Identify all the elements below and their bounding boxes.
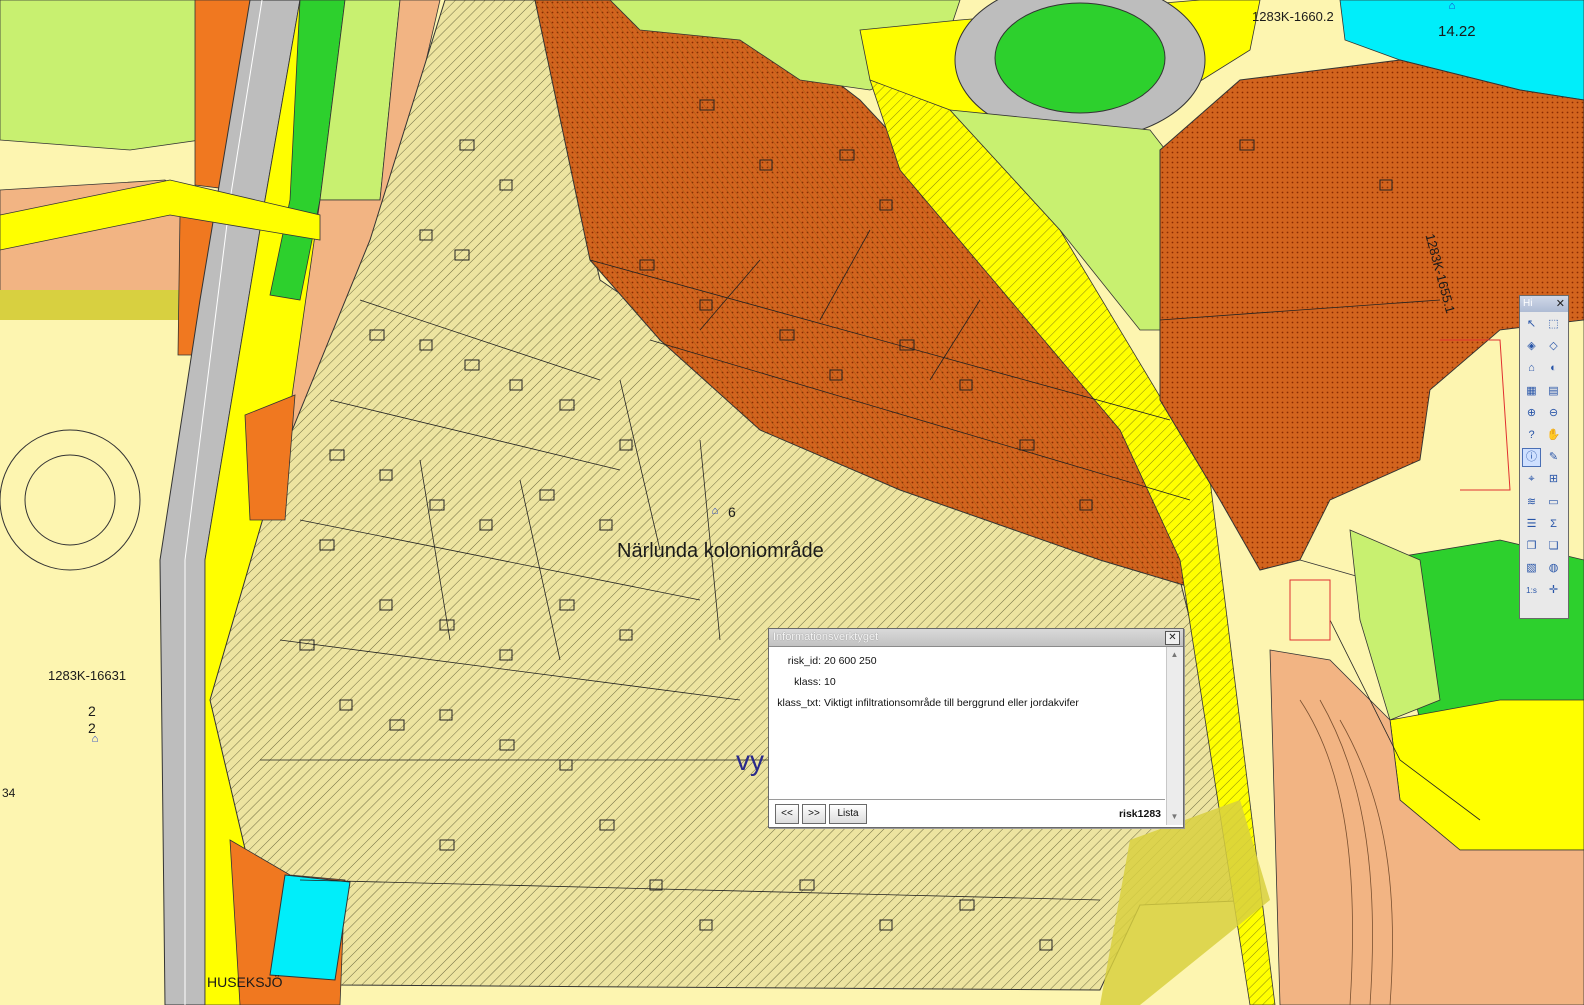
layer-name-label: risk1283 xyxy=(1118,808,1161,820)
roundabout-top-green xyxy=(994,2,1166,114)
next-record-button[interactable]: >> xyxy=(802,804,826,824)
layer-gray-icon[interactable]: ▦ xyxy=(1522,382,1541,401)
select-in-icon[interactable]: ◈ xyxy=(1522,337,1541,356)
prev-record-button[interactable]: << xyxy=(775,804,799,824)
scroll-down-icon[interactable]: ▼ xyxy=(1169,812,1180,822)
info-dialog: Informationsverktyget ✕ risk_id: 20 600 … xyxy=(768,628,1184,828)
help-zoom-icon[interactable]: ? xyxy=(1522,426,1541,445)
list-icon[interactable]: ☰ xyxy=(1522,515,1541,534)
address-marker-icon[interactable]: ⌂ xyxy=(708,505,722,517)
toolbox-titlebar[interactable]: Hi ✕ xyxy=(1520,296,1568,312)
info-dialog-titlebar[interactable]: Informationsverktyget ✕ xyxy=(769,629,1183,647)
vy-label: vy xyxy=(736,745,764,776)
map-ref-left: 1283K-16631 xyxy=(48,668,127,683)
map-number-top-right: 14.22 xyxy=(1438,23,1476,40)
crosshair-icon[interactable]: ✛ xyxy=(1544,581,1563,600)
scale-icon[interactable]: 1:s xyxy=(1522,581,1541,600)
rect-select-icon[interactable]: ⬚ xyxy=(1544,315,1563,334)
area-name-label: Närlunda koloniområde xyxy=(617,540,824,562)
measure-icon[interactable]: ⊞ xyxy=(1544,470,1563,489)
map-canvas[interactable] xyxy=(0,0,1584,1005)
info-dialog-scrollbar[interactable]: ▲ ▼ xyxy=(1166,647,1183,825)
address-marker-icon[interactable]: ⌂ xyxy=(1445,0,1459,12)
home-icon[interactable]: ⌂ xyxy=(1522,359,1541,378)
list-button[interactable]: Lista xyxy=(829,804,867,824)
sum-icon[interactable]: Σ xyxy=(1544,515,1563,534)
paste-icon[interactable]: ❏ xyxy=(1544,537,1563,556)
gauge-icon[interactable]: ◐ xyxy=(1544,359,1563,378)
info-field-row: klass: 10 xyxy=(769,676,1165,690)
toolbox-title: Hi xyxy=(1523,298,1533,309)
info-dialog-footer: << >> Lista risk1283 xyxy=(769,799,1165,827)
print-icon[interactable]: ▤ xyxy=(1544,382,1563,401)
tag-icon[interactable]: ⌖ xyxy=(1522,470,1541,489)
map-num-label: 34 xyxy=(2,786,16,800)
info-field-value: Viktigt infiltrationsområde till berggru… xyxy=(824,697,1079,709)
globe-icon[interactable]: ◍ xyxy=(1544,559,1563,578)
close-icon[interactable]: ✕ xyxy=(1556,296,1565,312)
info-field-key: klass_txt: xyxy=(777,697,821,709)
zone-olive-west xyxy=(0,290,190,320)
copy-icon[interactable]: ❐ xyxy=(1522,537,1541,556)
info-field-row: risk_id: 20 600 250 xyxy=(769,655,1165,669)
info-field-key: risk_id: xyxy=(787,655,821,667)
info-dialog-body: risk_id: 20 600 250 klass: 10 klass_txt:… xyxy=(769,647,1165,799)
pan-hand-icon[interactable]: ✋ xyxy=(1544,426,1563,445)
map-num-label: 6 xyxy=(728,504,736,520)
toolbox-panel: Hi ✕ ↖ ⬚ ◈ ◇ ⌂ ◐ ▦ ▤ ⊕ ⊖? ✋ ⓘ ✎ ⌖ ⊞ ≋ ▭ ☰ Σ ❐ ❏ ▧ ◍ 1:s ✛ xyxy=(1519,295,1569,619)
close-icon[interactable]: ✕ xyxy=(1165,631,1180,645)
info-field-key: klass: xyxy=(794,676,821,688)
info-field-row: klass_txt: Viktigt infiltrationsområde t… xyxy=(769,697,1165,711)
map-num-label: 2 xyxy=(88,703,96,719)
map-icon[interactable]: ▧ xyxy=(1522,559,1541,578)
scroll-up-icon[interactable]: ▲ xyxy=(1169,650,1180,660)
select-out-icon[interactable]: ◇ xyxy=(1544,337,1563,356)
street-label: HUSEKSJÖ xyxy=(207,974,283,990)
zoom-in-icon[interactable]: ⊕ xyxy=(1522,404,1541,423)
info-tool-icon[interactable]: ⓘ xyxy=(1522,448,1541,468)
address-marker-icon[interactable]: ⌂ xyxy=(88,733,102,745)
zoom-out-icon[interactable]: ⊖ xyxy=(1544,404,1563,423)
ruler-icon[interactable]: ▭ xyxy=(1544,493,1563,512)
info-field-value: 10 xyxy=(824,676,836,688)
info-field-value: 20 600 250 xyxy=(824,655,877,667)
layers-icon[interactable]: ≋ xyxy=(1522,493,1541,512)
info-dialog-title: Informationsverktyget xyxy=(773,631,879,643)
arrow-select-icon[interactable]: ↖ xyxy=(1522,315,1541,334)
map-ref-top: 1283K-1660.2 xyxy=(1252,9,1334,24)
edit-pen-icon[interactable]: ✎ xyxy=(1544,448,1563,467)
zone-light-green-nw xyxy=(0,0,201,151)
